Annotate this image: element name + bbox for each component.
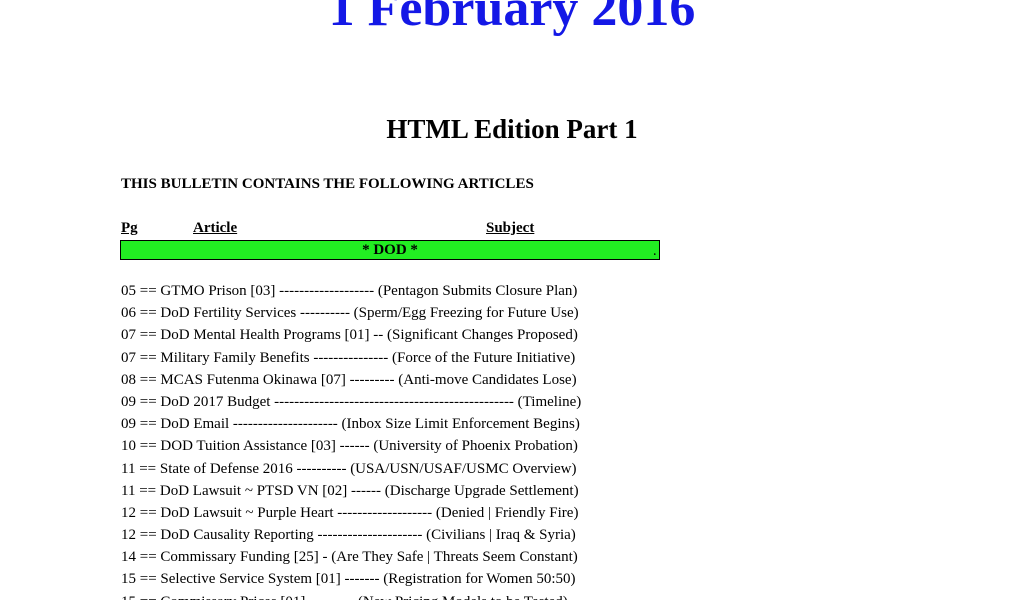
- article-item: 12 == DoD Lawsuit ~ Purple Heart -------…: [121, 504, 579, 521]
- column-headers: Pg Article Subject: [0, 218, 700, 238]
- contents-heading: THIS BULLETIN CONTAINS THE FOLLOWING ART…: [121, 176, 534, 192]
- article-item: 14 == Commissary Funding [25] - (Are The…: [121, 549, 578, 566]
- article-item: 08 == MCAS Futenma Okinawa [07] --------…: [121, 371, 577, 388]
- article-item: 07 == Military Family Benefits ---------…: [121, 349, 576, 366]
- column-header-pg: Pg: [121, 220, 138, 236]
- article-item: 09 == DoD Email --------------------- (I…: [121, 416, 580, 433]
- column-header-article: Article: [193, 220, 238, 236]
- article-item: 15 == Selective Service System [01] ----…: [121, 571, 576, 588]
- article-item: 15 == Commissary Prices [01] --------- (…: [121, 591, 581, 600]
- article-item: 07 == DoD Mental Health Programs [01] --…: [121, 327, 578, 344]
- article-item: 09 == DoD 2017 Budget ------------------…: [121, 393, 582, 410]
- section-bar-dod: * DOD * .: [120, 240, 660, 260]
- article-item: 10 == DOD Tuition Assistance [03] ------…: [121, 438, 578, 455]
- article-item: 12 == DoD Causality Reporting ----------…: [121, 527, 576, 544]
- section-bar-mark: .: [653, 247, 657, 258]
- article-item: 11 == State of Defense 2016 ---------- (…: [121, 460, 577, 477]
- edition-title: HTML Edition Part 1: [386, 114, 638, 144]
- article-list: 05 == GTMO Prison [03] -----------------…: [121, 280, 581, 600]
- article-item: 11 == DoD Lawsuit ~ PTSD VN [02] ------ …: [121, 482, 579, 499]
- bulletin-date-title: 1 February 2016: [328, 0, 696, 37]
- column-header-subject: Subject: [486, 220, 535, 236]
- article-item: 06 == DoD Fertility Services ---------- …: [121, 305, 579, 322]
- article-item: 05 == GTMO Prison [03] -----------------…: [121, 283, 578, 299]
- section-label: * DOD *: [362, 242, 418, 258]
